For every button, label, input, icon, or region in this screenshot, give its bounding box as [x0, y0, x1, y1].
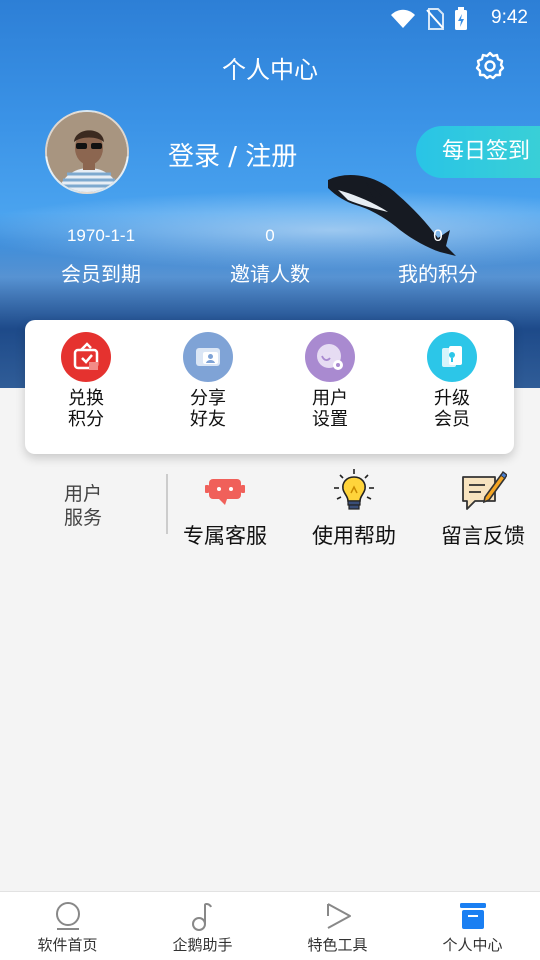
stat-label: 会员到期 [61, 262, 141, 286]
bottom-tab-bar: 软件首页 企鹅助手 特色工具 个人中心 [0, 891, 540, 960]
feedback-note-icon [418, 466, 540, 516]
service-item-label: 专属客服 [183, 524, 267, 548]
stat-value: 0 [265, 226, 275, 245]
status-bar: 9:42 [0, 0, 540, 36]
card-label-line2: 积分 [68, 409, 104, 430]
avatar[interactable] [45, 110, 129, 194]
lightbulb-help-icon [289, 466, 419, 516]
stat-my-points[interactable]: 0 我的积分 [353, 226, 523, 287]
upgrade-member-icon [427, 332, 477, 382]
stat-invited-count[interactable]: 0 邀请人数 [185, 226, 355, 287]
stat-label: 我的积分 [398, 262, 478, 286]
card-label-line2: 好友 [190, 409, 226, 430]
tab-label: 软件首页 [37, 936, 98, 954]
share-friends-button[interactable]: 分享 好友 [160, 332, 256, 430]
card-label-line1: 分享 [190, 388, 226, 409]
usage-help-button[interactable]: 使用帮助 [289, 466, 419, 550]
card-label-line1: 升级 [434, 388, 470, 409]
stat-membership-expiry[interactable]: 1970-1-1 会员到期 [16, 226, 186, 287]
no-sim-icon [426, 8, 444, 30]
service-label-line1: 用户 [63, 483, 102, 505]
battery-icon [455, 7, 467, 30]
tab-label: 特色工具 [307, 936, 368, 954]
service-item-label: 留言反馈 [441, 524, 525, 548]
daily-checkin-button[interactable]: 每日签到 [416, 126, 540, 178]
tab-featured-tools[interactable]: 特色工具 [270, 900, 405, 955]
service-item-label: 使用帮助 [312, 524, 396, 548]
music-note-icon [135, 900, 270, 932]
redeem-points-button[interactable]: 兑换 积分 [38, 332, 134, 430]
tab-penguin-assistant[interactable]: 企鹅助手 [135, 900, 270, 955]
customer-service-icon [160, 466, 290, 516]
user-settings-button[interactable]: 用户 设置 [282, 332, 378, 430]
settings-gear-icon[interactable] [474, 50, 506, 82]
login-register-link[interactable]: 登录 / 注册 [168, 136, 297, 173]
tab-personal-center[interactable]: 个人中心 [405, 900, 540, 955]
share-friends-icon [183, 332, 233, 382]
message-feedback-button[interactable]: 留言反馈 [418, 466, 540, 550]
tab-software-home[interactable]: 软件首页 [0, 900, 135, 955]
upgrade-member-button[interactable]: 升级 会员 [404, 332, 500, 430]
card-label-line2: 设置 [312, 409, 348, 430]
stat-value: 0 [433, 226, 443, 245]
card-label-line2: 会员 [434, 409, 470, 430]
page-title: 个人中心 [222, 56, 318, 84]
quick-actions-card: 兑换 积分 分享 好友 用户 设置 升级 会员 [25, 320, 514, 454]
profile-box-icon [405, 900, 540, 932]
card-label-line1: 用户 [312, 388, 348, 409]
status-time: 9:42 [491, 7, 528, 28]
play-triangle-icon [270, 900, 405, 932]
service-label-line2: 服务 [63, 507, 102, 529]
customer-service-button[interactable]: 专属客服 [160, 466, 290, 550]
user-settings-icon [305, 332, 355, 382]
redeem-points-icon [61, 332, 111, 382]
stat-value: 1970-1-1 [66, 226, 136, 245]
tab-label: 企鹅助手 [172, 936, 233, 954]
home-circle-icon [0, 900, 135, 932]
tab-label: 个人中心 [442, 936, 503, 954]
stat-label: 邀请人数 [230, 262, 310, 286]
card-label-line1: 兑换 [68, 388, 104, 409]
user-service-label: 用户 服务 [48, 482, 118, 530]
wifi-icon [391, 9, 415, 28]
